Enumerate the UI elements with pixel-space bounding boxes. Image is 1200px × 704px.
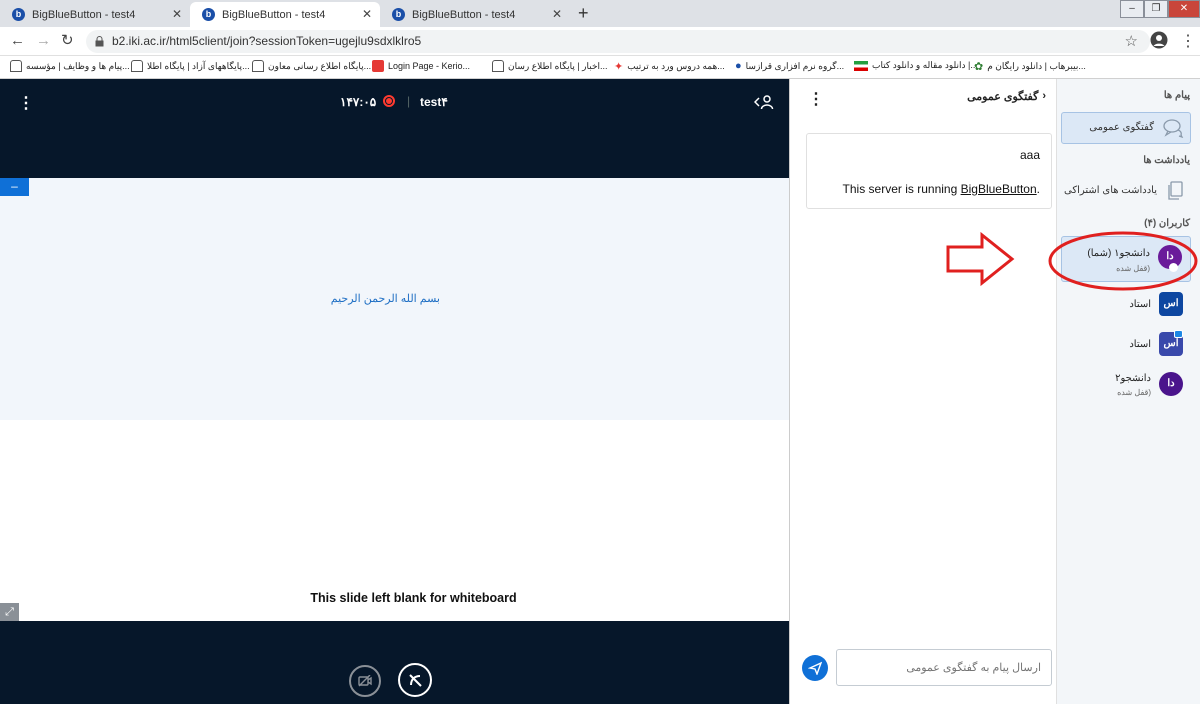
bookmark-item[interactable]: اخبار | پایگاه اطلاع رسان... <box>492 60 608 72</box>
bookmark-page-icon <box>252 60 264 72</box>
address-bar: ← → ↻ b2.iki.ac.ir/html5client/join?sess… <box>0 27 1200 56</box>
close-window-button[interactable]: ✕ <box>1168 0 1200 18</box>
url-field[interactable]: b2.iki.ac.ir/html5client/join?sessionTok… <box>86 30 1150 53</box>
chat-options-icon[interactable]: ⋮ <box>808 89 824 109</box>
forward-arrow-icon[interactable]: → <box>36 32 51 49</box>
close-tab-icon[interactable]: ✕ <box>552 7 562 21</box>
close-tab-icon[interactable]: ✕ <box>362 7 372 21</box>
back-arrow-icon[interactable]: ← <box>10 32 25 49</box>
recording-timer: ۱۴۷:۰۵ <box>340 95 377 109</box>
system-message-box: aaa This server is running BigBlueButton… <box>806 133 1052 209</box>
bookmark-page-icon <box>10 60 22 72</box>
user-list-toggle-icon[interactable] <box>754 94 774 110</box>
browser-tab[interactable]: b BigBlueButton - test4 ✕ <box>380 2 570 27</box>
maximize-window-button[interactable]: ❐ <box>1144 0 1168 18</box>
bookmark-item[interactable]: Login Page - Kerio... <box>372 60 470 72</box>
bookmark-item[interactable]: ● گروه نرم افزاری قرازسا... <box>735 60 844 72</box>
send-icon <box>808 661 822 675</box>
new-tab-button[interactable]: + <box>578 3 589 24</box>
share-webcam-button[interactable] <box>349 665 381 697</box>
public-chat-item[interactable]: گفتگوی عمومی <box>1061 112 1191 144</box>
presenter-screen-icon <box>1174 330 1183 338</box>
url-text: b2.iki.ac.ir/html5client/join?sessionTok… <box>112 34 422 48</box>
title-divider: | <box>407 94 411 108</box>
bookmark-item[interactable]: پایگاههای آزاد | پایگاه اطلا... <box>131 60 250 72</box>
chat-message: aaa <box>1020 148 1041 162</box>
bookmark-logo-icon: ✿ <box>974 61 984 73</box>
bookmark-logo-icon: ✦ <box>614 61 624 73</box>
chevron-right-icon: ‹ <box>1042 90 1046 102</box>
red-highlight-circle <box>1048 231 1198 291</box>
bookmark-item[interactable]: پایگاه اطلاع رسانی معاون... <box>252 60 371 72</box>
avatar: اس <box>1159 292 1183 316</box>
slide-canvas-lower[interactable]: This slide left blank for whiteboard ⤢ <box>0 420 789 621</box>
meeting-nav-bar: ⋮ ۱۴۷:۰۵ | test۴ <box>0 79 789 178</box>
send-message-button[interactable] <box>802 655 828 681</box>
bookmark-item[interactable]: دانلود مقاله و دانلود کتاب |... <box>854 60 978 71</box>
bookmark-page-icon <box>131 60 143 72</box>
phone-hangup-icon <box>409 674 422 687</box>
avatar: دا <box>1159 372 1183 396</box>
public-chat-panel: ⋮ ‹ گفتگوی عمومی aaa This server is runn… <box>789 79 1056 704</box>
fullscreen-icon[interactable]: ⤢ <box>0 603 19 621</box>
chat-header[interactable]: ‹ گفتگوی عمومی <box>967 90 1046 103</box>
webcam-off-icon <box>358 675 372 687</box>
welcome-message: This server is running BigBlueButton. <box>842 182 1040 196</box>
bookmark-item[interactable]: ✿ بیبرهاب | دانلود رایگان م... <box>974 60 1086 73</box>
minimize-presentation-button[interactable]: – <box>0 178 29 196</box>
slide-footer-text: This slide left blank for whiteboard <box>310 591 517 605</box>
bbb-favicon-icon: b <box>12 8 25 21</box>
bbb-favicon-icon: b <box>392 8 405 21</box>
actions-bar <box>0 621 789 704</box>
browser-menu-icon[interactable]: ⋮ <box>1180 31 1196 51</box>
profile-icon[interactable] <box>1150 31 1168 49</box>
chat-bubbles-icon <box>1163 119 1184 138</box>
bookmark-item[interactable]: پیام ها و وظایف | مؤسسه... <box>10 60 130 72</box>
kerio-shield-icon <box>372 60 384 72</box>
annotation-overlay <box>946 231 1198 291</box>
slide-bismillah-text: بسم الله الرحمن الرحیم <box>330 293 440 305</box>
red-arrow-icon <box>946 231 1015 287</box>
browser-tab[interactable]: b BigBlueButton - test4 ✕ <box>0 2 190 27</box>
browser-tab-active[interactable]: b BigBlueButton - test4 ✕ <box>190 2 380 27</box>
bigbluebutton-link[interactable]: BigBlueButton <box>961 182 1037 196</box>
options-menu-icon[interactable]: ⋮ <box>18 93 34 113</box>
notes-document-icon <box>1168 181 1183 200</box>
user-list-sidebar: پیام ها گفتگوی عمومی یادداشت ها یادداشت … <box>1056 79 1200 704</box>
shared-notes-item[interactable]: یادداشت های اشتراکی <box>1061 175 1191 207</box>
bbb-favicon-icon: b <box>202 8 215 21</box>
record-indicator-icon[interactable] <box>383 95 395 107</box>
star-bookmark-icon[interactable]: ☆ <box>1125 32 1138 50</box>
meeting-title: test۴ <box>420 95 448 109</box>
bookmarks-bar: پیام ها و وظایف | مؤسسه... پایگاههای آزا… <box>0 56 1200 79</box>
messages-section-title: پیام ها <box>1163 90 1190 101</box>
notes-section-title: یادداشت ها <box>1143 155 1190 166</box>
reload-icon[interactable]: ↻ <box>61 31 74 49</box>
user-item[interactable]: دا دانشجو۲ (قفل شده <box>1061 364 1191 410</box>
slide-canvas[interactable]: – بسم الله الرحمن الرحیم <box>0 178 789 420</box>
minimize-window-button[interactable]: – <box>1120 0 1144 18</box>
chat-message-input[interactable] <box>836 649 1052 686</box>
bookmark-logo-icon: ● <box>735 60 742 72</box>
leave-audio-button[interactable] <box>398 663 432 697</box>
close-tab-icon[interactable]: ✕ <box>172 7 182 21</box>
presentation-area: ⋮ ۱۴۷:۰۵ | test۴ – بسم الله الرحمن الرحی… <box>0 79 789 704</box>
bookmark-item[interactable]: ✦ همه دروس ورد به ترتیب... <box>614 60 725 73</box>
bookmark-page-icon <box>492 60 504 72</box>
lock-icon <box>95 36 104 47</box>
iran-flag-icon <box>854 60 868 71</box>
browser-tab-bar: b BigBlueButton - test4 ✕ b BigBlueButto… <box>0 0 1200 27</box>
